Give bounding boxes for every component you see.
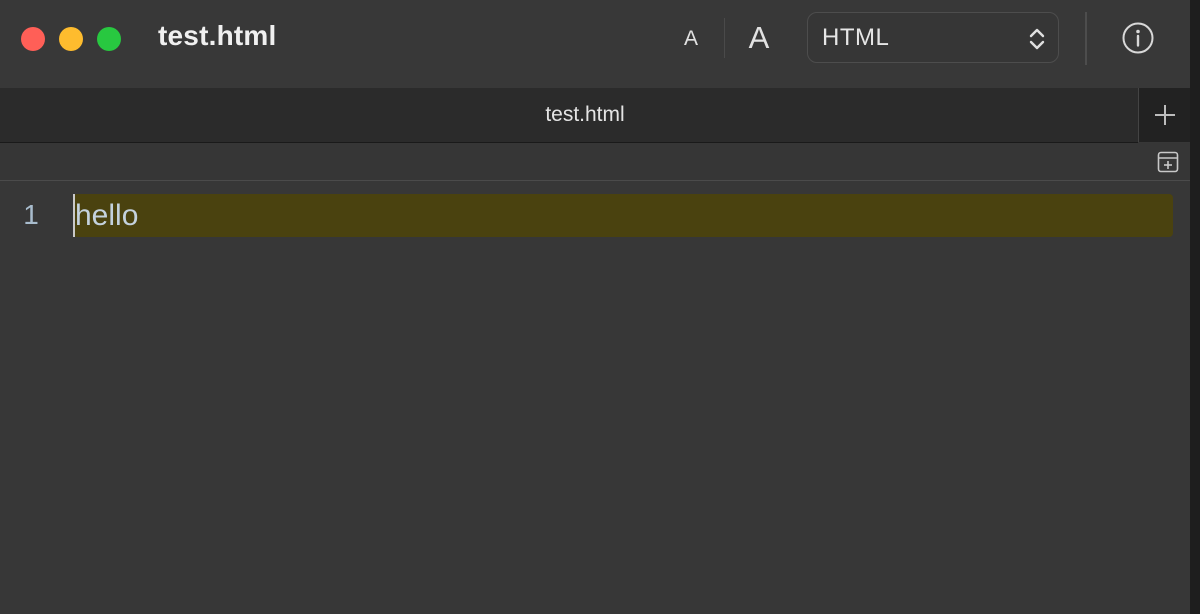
- line-highlight: [73, 194, 1173, 237]
- minimize-window-button[interactable]: [59, 27, 83, 51]
- new-tab-button[interactable]: [1138, 88, 1190, 142]
- text-cursor: [73, 194, 75, 237]
- editor-toolbar: [0, 143, 1190, 181]
- increase-font-size-button[interactable]: A: [744, 20, 774, 56]
- line-number: 1: [23, 199, 39, 230]
- code-line[interactable]: hello: [75, 199, 138, 233]
- font-size-divider: [724, 18, 725, 58]
- info-icon[interactable]: [1122, 22, 1154, 54]
- decrease-font-size-button[interactable]: A: [680, 26, 702, 52]
- chevron-up-down-icon: [1029, 28, 1045, 50]
- close-window-button[interactable]: [21, 27, 45, 51]
- code-editor[interactable]: 1 hello: [0, 181, 1190, 614]
- split-editor-icon[interactable]: [1157, 151, 1179, 173]
- syntax-language-select[interactable]: HTML: [807, 12, 1059, 63]
- window-edge: [1190, 0, 1200, 614]
- toolbar-divider: [1085, 12, 1087, 65]
- editor-window: test.html A A HTML test.html 1 hello: [0, 0, 1190, 614]
- tab-test-html[interactable]: test.html: [0, 88, 1170, 142]
- window-title: test.html: [158, 20, 277, 51]
- maximize-window-button[interactable]: [97, 27, 121, 51]
- plus-icon: [1155, 105, 1175, 125]
- syntax-language-value: HTML: [822, 24, 890, 51]
- tab-bar: test.html: [0, 88, 1138, 143]
- titlebar: test.html A A HTML: [0, 0, 1190, 88]
